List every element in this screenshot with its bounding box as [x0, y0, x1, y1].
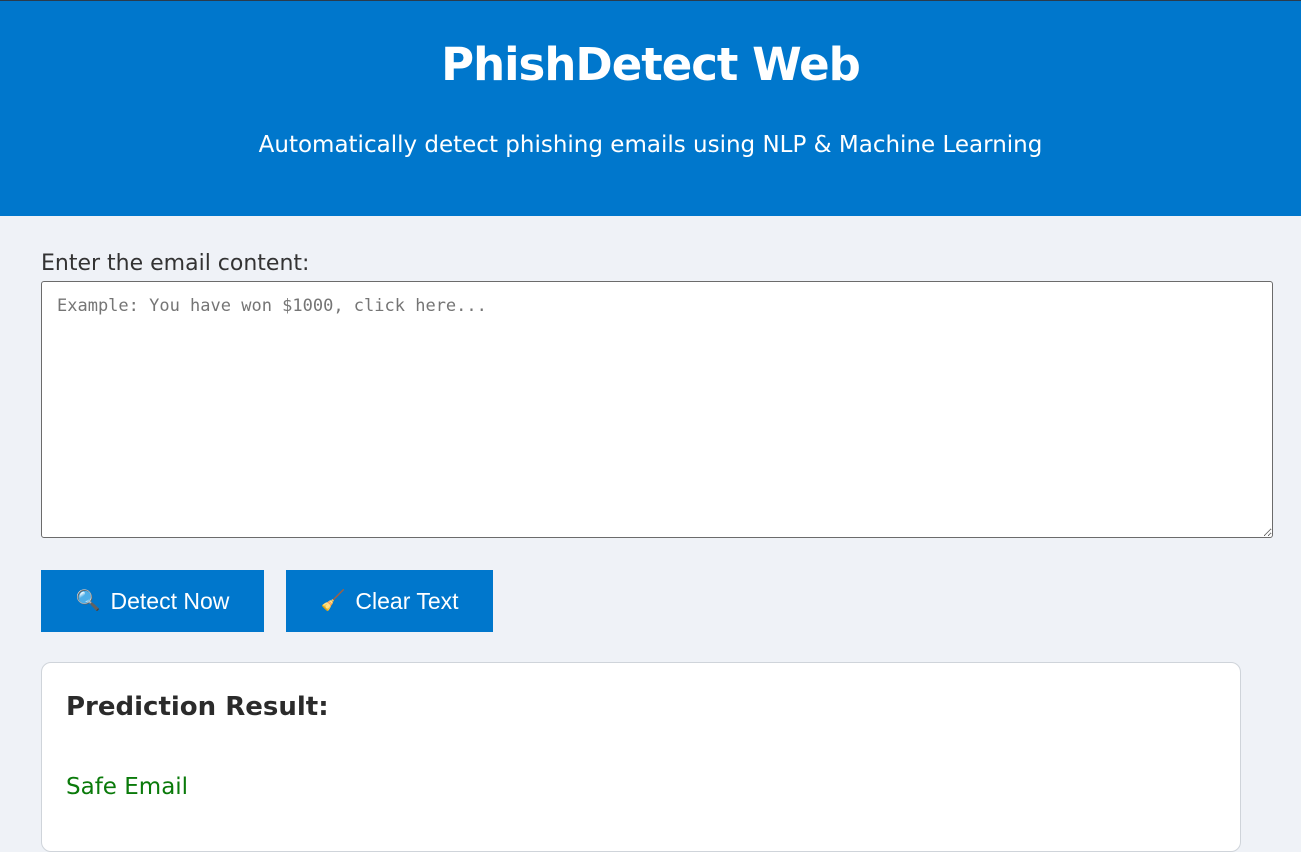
- email-content-input[interactable]: [41, 281, 1273, 538]
- app-title: PhishDetect Web: [441, 38, 861, 91]
- prediction-result-card: Prediction Result: Safe Email: [41, 662, 1241, 852]
- clear-text-label: Clear Text: [355, 587, 459, 614]
- clear-text-button[interactable]: 🧹 Clear Text: [286, 570, 493, 632]
- broom-icon: 🧹: [320, 590, 346, 612]
- detect-now-label: Detect Now: [110, 587, 230, 614]
- page-header: PhishDetect Web Automatically detect phi…: [0, 0, 1301, 216]
- prediction-result-heading: Prediction Result:: [66, 692, 329, 722]
- prediction-result-value: Safe Email: [66, 774, 189, 800]
- magnifier-icon: 🔍: [75, 590, 101, 612]
- app-subtitle: Automatically detect phishing emails usi…: [258, 132, 1043, 158]
- detect-now-button[interactable]: 🔍 Detect Now: [41, 570, 264, 632]
- email-content-label: Enter the email content:: [41, 251, 310, 276]
